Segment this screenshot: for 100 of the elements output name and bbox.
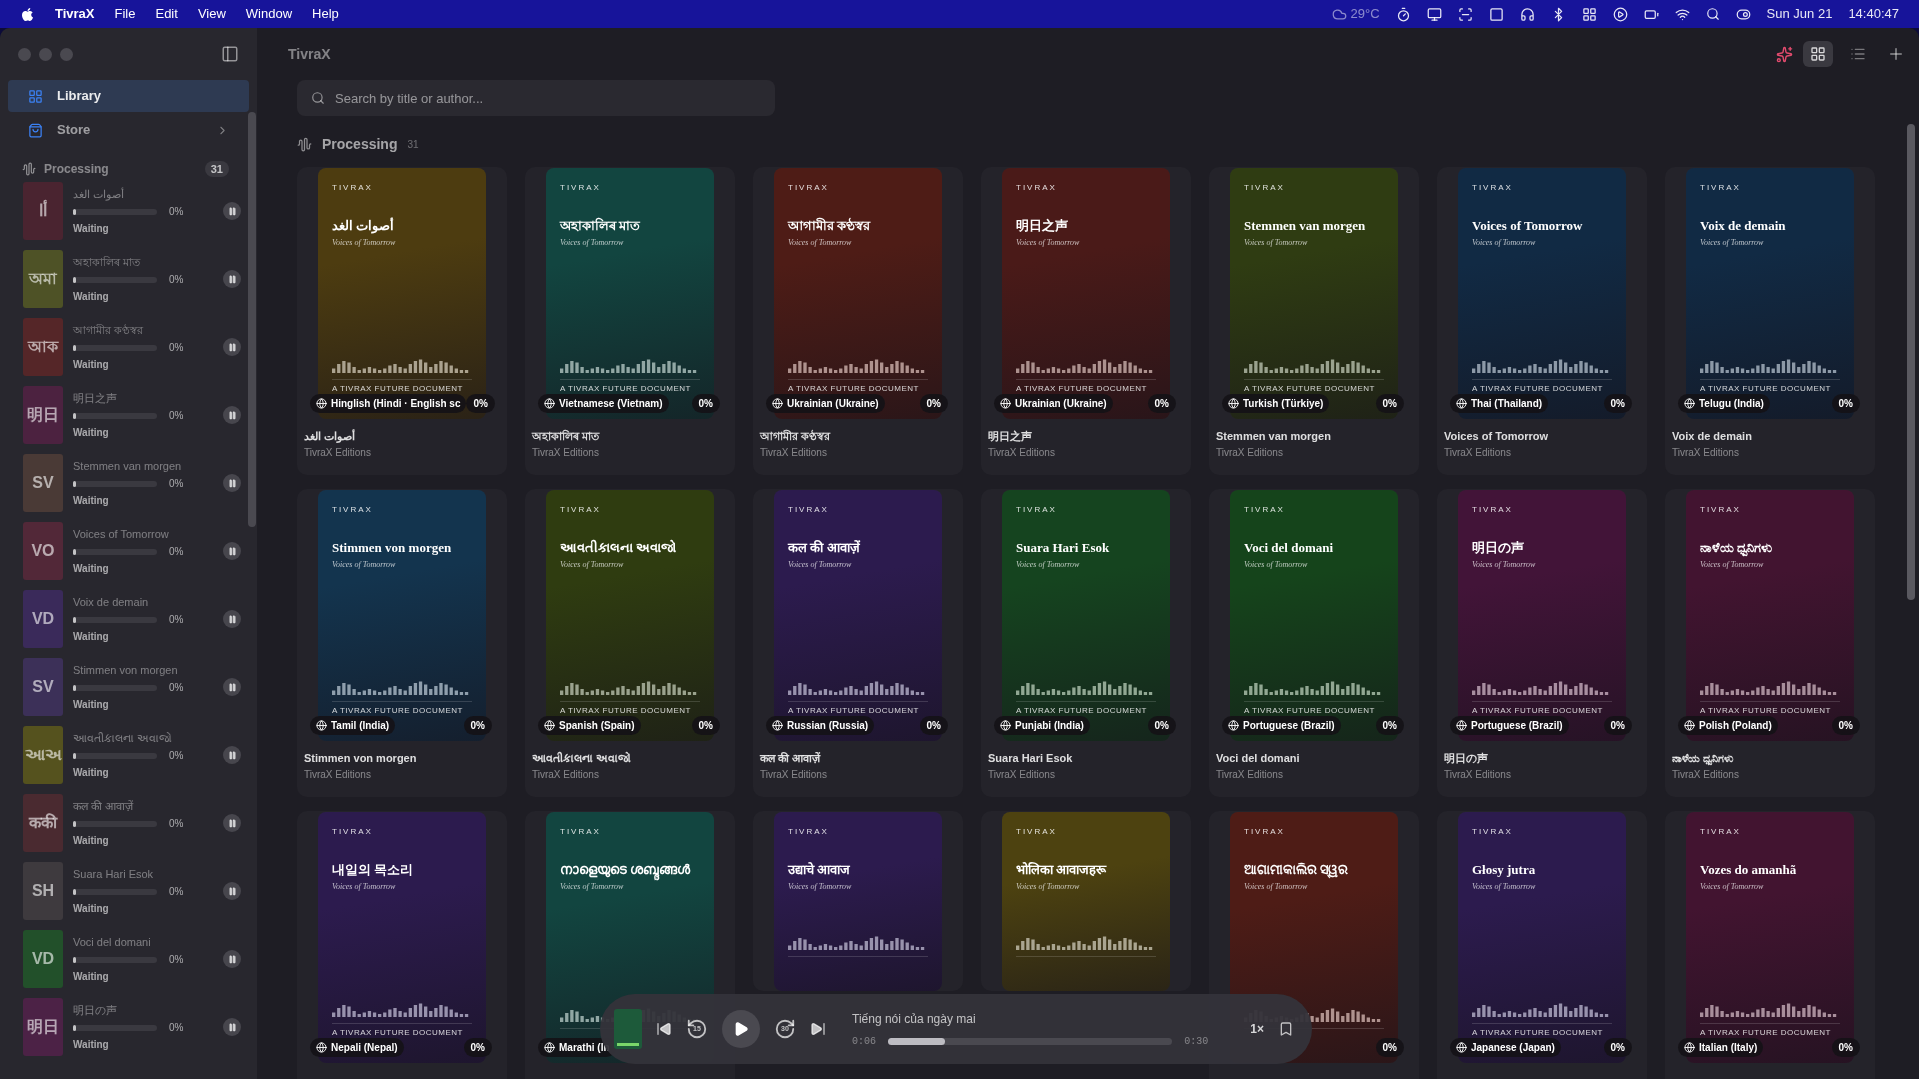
book-card[interactable]: TIVRAX Voices of Tomorrow Voices of Tomorrow A TIVRAX FUTURE DOCUMENT Thai (Thailand) 0% Voices of Tomorrow TivraX Editions	[1437, 167, 1647, 475]
pause-button[interactable]	[223, 270, 241, 288]
progress-badge: 0%	[1831, 1038, 1860, 1057]
book-card[interactable]: TIVRAX অহাকালিৰ মাত Voices of Tomorrow A TIVRAX FUTURE DOCUMENT Vietnamese (Vietnam) 0% অহাকালিৰ মাত TivraX Editions	[525, 167, 735, 475]
sidebar-toggle-icon[interactable]	[221, 45, 239, 63]
book-title: أصوات الغد	[304, 428, 357, 445]
cover-tagline: A TIVRAX FUTURE DOCUMENT	[1700, 383, 1832, 395]
scrollbar[interactable]	[1907, 124, 1915, 600]
add-icon[interactable]	[1887, 45, 1905, 63]
book-card[interactable]: TIVRAX Vozes do amanhã Voices of Tomorrow A TIVRAX FUTURE DOCUMENT Italian (Italy) 0%	[1665, 811, 1875, 1079]
search-icon[interactable]	[1705, 7, 1720, 21]
pause-button[interactable]	[223, 406, 241, 424]
globe-icon	[1456, 1042, 1467, 1053]
view-toggle[interactable]	[1803, 41, 1833, 67]
progress-percent: 0%	[169, 749, 184, 764]
pause-button[interactable]	[223, 338, 241, 356]
apple-icon[interactable]	[20, 6, 35, 22]
cover-title: നാളെയുടെ ശബ്ദങ്ങൾ	[560, 862, 700, 879]
wifi-icon[interactable]	[1674, 6, 1690, 22]
book-card[interactable]: TIVRAX Suara Hari Esok Voices of Tomorrow A TIVRAX FUTURE DOCUMENT Punjabi (India) 0% Suara Hari Esok TivraX Editions	[981, 489, 1191, 797]
scrollbar[interactable]	[248, 112, 256, 527]
book-card[interactable]: TIVRAX Stimmen von morgen Voices of Tomorrow A TIVRAX FUTURE DOCUMENT Tamil (India) 0% Stimmen von morgen TivraX Editions	[297, 489, 507, 797]
previous-button[interactable]	[656, 1021, 672, 1037]
cloud-icon[interactable]	[1331, 6, 1347, 22]
cover-subtitle: Voices of Tomorrow	[1244, 881, 1309, 894]
book-card[interactable]: TIVRAX Głosy jutra Voices of Tomorrow A TIVRAX FUTURE DOCUMENT Japanese (Japan) 0%	[1437, 811, 1647, 1079]
globe-icon	[1684, 398, 1695, 409]
book-card[interactable]: TIVRAX Stemmen van morgen Voices of Tomorrow A TIVRAX FUTURE DOCUMENT Turkish (Türkiye) 0% Stemmen van morgen TivraX Editions	[1209, 167, 1419, 475]
book-author: TivraX Editions	[760, 767, 828, 782]
pause-button[interactable]	[223, 882, 241, 900]
cover-brand: TIVRAX	[1472, 826, 1514, 838]
progress-percent: 0%	[169, 545, 184, 560]
pause-button[interactable]	[223, 746, 241, 764]
pause-button[interactable]	[223, 950, 241, 968]
cover-title: Stimmen von morgen	[332, 540, 453, 557]
bookmark-icon[interactable]	[1278, 1021, 1294, 1037]
cover-subtitle: Voices of Tomorrow	[1700, 237, 1765, 250]
book-title: Stimmen von morgen	[304, 751, 418, 766]
book-card[interactable]: TIVRAX भोलिका आवाजहरू Voices of Tomorrow	[981, 811, 1191, 991]
pause-button[interactable]	[223, 814, 241, 832]
grid-icon[interactable]	[1581, 6, 1597, 22]
progress-badge: 0%	[691, 716, 720, 735]
play-button[interactable]	[722, 1010, 760, 1048]
queue-status: Waiting	[73, 426, 110, 441]
control-center-icon[interactable]	[1735, 6, 1751, 22]
display-icon[interactable]	[1426, 6, 1442, 22]
pause-button[interactable]	[223, 202, 241, 220]
cover-brand: TIVRAX	[1244, 826, 1286, 838]
queue-status: Waiting	[73, 630, 110, 645]
window-title: TivraX	[288, 44, 331, 64]
book-card[interactable]: TIVRAX આવતીકાલના અવાજો Voices of Tomorrow A TIVRAX FUTURE DOCUMENT Spanish (Spain) 0% આવતીકાલના અવાજો TivraX Editions	[525, 489, 735, 797]
sidebar-nav-item[interactable]: Store	[8, 114, 249, 146]
speed-button[interactable]: 1×	[1250, 1020, 1264, 1038]
play-icon[interactable]	[1612, 6, 1628, 22]
book-card[interactable]: TIVRAX আগামীর কণ্ঠস্বর Voices of Tomorrow A TIVRAX FUTURE DOCUMENT Ukrainian (Ukraine) 0% আগামীর কণ্ঠস্বর TivraX Editions	[753, 167, 963, 475]
book-card[interactable]: TIVRAX उद्याचे आवाज Voices of Tomorrow	[753, 811, 963, 991]
book-card[interactable]: TIVRAX 明日の声 Voices of Tomorrow A TIVRAX FUTURE DOCUMENT Portuguese (Brazil) 0% 明日の声 TivraX Editions	[1437, 489, 1647, 797]
cover-title: कल की आवाज़ें	[788, 540, 861, 557]
language-badge: Ukrainian (Ukraine)	[766, 394, 885, 413]
seek-track[interactable]	[888, 1037, 1173, 1045]
timer-icon[interactable]	[1395, 6, 1411, 22]
sparkle-icon[interactable]	[1776, 45, 1793, 63]
progress-badge: 0%	[466, 394, 495, 413]
book-card[interactable]: TIVRAX ನಾಳೆಯ ಧ್ವನಿಗಳು Voices of Tomorrow A TIVRAX FUTURE DOCUMENT Polish (Poland) 0% ನಾಳೆಯ ಧ್ವನಿಗಳು TivraX Editions	[1665, 489, 1875, 797]
book-card[interactable]: TIVRAX Voix de demain Voices of Tomorrow A TIVRAX FUTURE DOCUMENT Telugu (India) 0% Voix de demain TivraX Editions	[1665, 167, 1875, 475]
globe-icon	[1684, 720, 1695, 731]
book-card[interactable]: TIVRAX 明日之声 Voices of Tomorrow A TIVRAX FUTURE DOCUMENT Ukrainian (Ukraine) 0% 明日之声 TivraX Editions	[981, 167, 1191, 475]
queue-title: આવતીકાલના અવાજો	[73, 730, 174, 746]
pause-button[interactable]	[223, 610, 241, 628]
sidebar-nav-item[interactable]: Library	[8, 80, 249, 112]
cover-subtitle: Voices of Tomorrow	[788, 237, 853, 250]
cover-title: Vozes do amanhã	[1700, 862, 1798, 879]
cover-tagline: A TIVRAX FUTURE DOCUMENT	[1472, 705, 1604, 717]
menu-item[interactable]: File	[114, 4, 136, 24]
pause-button[interactable]	[223, 474, 241, 492]
thumbnail-initials: 明日	[27, 1017, 59, 1037]
window-icon[interactable]	[1488, 6, 1504, 22]
book-card[interactable]: TIVRAX कल की आवाज़ें Voices of Tomorrow A TIVRAX FUTURE DOCUMENT Russian (Russia) 0% कल की आवाज़ें TivraX Editions	[753, 489, 963, 797]
menu-item[interactable]: Edit	[155, 4, 178, 24]
book-author: TivraX Editions	[988, 767, 1056, 782]
thumbnail-initials: অমা	[29, 269, 57, 289]
menu-item[interactable]: Window	[245, 4, 293, 24]
scan-icon[interactable]	[1457, 6, 1473, 22]
menu-item[interactable]: Help	[312, 4, 339, 24]
menu-bar-time: 14:40:47	[1848, 5, 1899, 24]
pause-icon	[227, 614, 237, 624]
track-title: Tiếng nói của ngày mai	[852, 1010, 977, 1028]
app-menu[interactable]: TivraX	[55, 4, 95, 24]
book-card[interactable]: TIVRAX Voci del domani Voices of Tomorrow A TIVRAX FUTURE DOCUMENT Portuguese (Brazil) 0% Voci del domani TivraX Editions	[1209, 489, 1419, 797]
search-field[interactable]: Search by title or author...	[297, 80, 775, 116]
book-card[interactable]: TIVRAX 내일의 목소리 Voices of Tomorrow A TIVRAX FUTURE DOCUMENT Nepali (Nepal) 0%	[297, 811, 507, 1079]
pause-button[interactable]	[223, 542, 241, 560]
menu-item[interactable]: View	[197, 4, 226, 24]
pause-button[interactable]	[223, 1018, 241, 1036]
globe-icon	[544, 398, 555, 409]
next-button[interactable]	[810, 1021, 826, 1037]
book-title: আগামীর কণ্ঠস্বর	[760, 428, 832, 444]
pause-button[interactable]	[223, 678, 241, 696]
queue-status: Waiting	[73, 834, 110, 849]
headphones-icon[interactable]	[1519, 6, 1535, 22]
